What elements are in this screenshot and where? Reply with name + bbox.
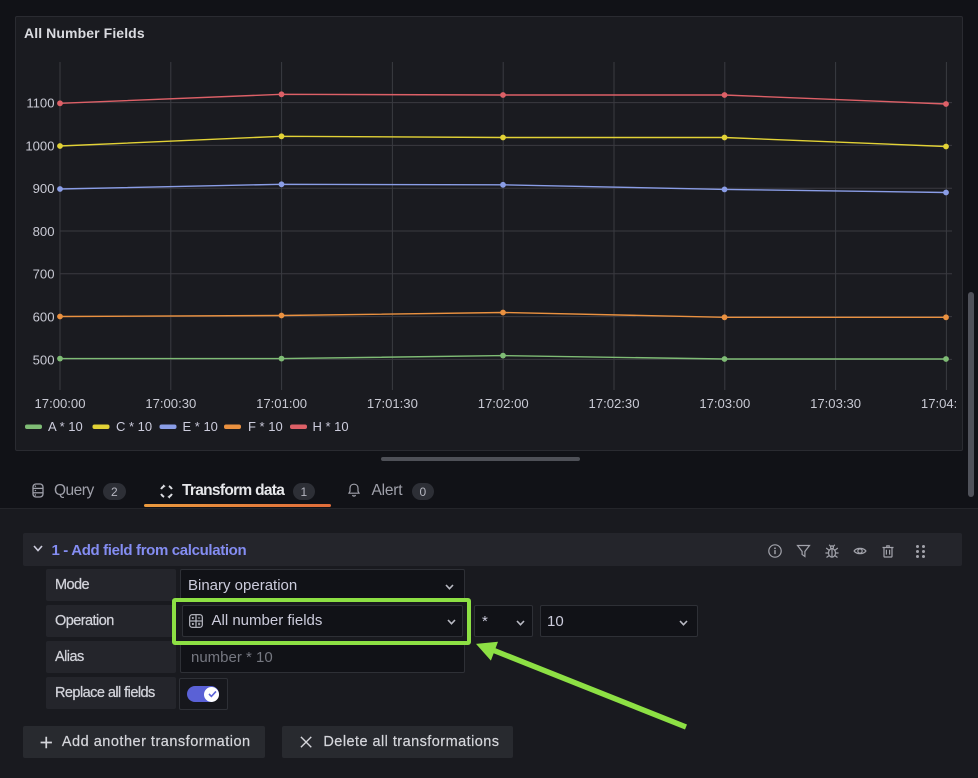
svg-text:700: 700 [33, 267, 55, 282]
svg-text:800: 800 [33, 224, 55, 239]
svg-text:900: 900 [33, 181, 55, 196]
svg-text:1000: 1000 [25, 138, 54, 153]
svg-text:17:00:30: 17:00:30 [145, 396, 196, 411]
svg-text:17:03:00: 17:03:00 [699, 396, 750, 411]
svg-text:500: 500 [33, 352, 55, 367]
svg-text:17:04:00: 17:04:00 [921, 396, 972, 411]
svg-text:17:03:30: 17:03:30 [810, 396, 861, 411]
svg-text:17:02:30: 17:02:30 [589, 396, 640, 411]
svg-text:600: 600 [33, 310, 55, 325]
svg-text:17:00:00: 17:00:00 [35, 396, 86, 411]
svg-text:17:01:00: 17:01:00 [256, 396, 307, 411]
svg-text:C * 10: C * 10 [116, 419, 152, 434]
svg-text:F * 10: F * 10 [248, 419, 283, 434]
svg-text:17:02:00: 17:02:00 [478, 396, 529, 411]
svg-text:A * 10: A * 10 [48, 419, 83, 434]
svg-text:E * 10: E * 10 [183, 419, 218, 434]
svg-text:1100: 1100 [26, 96, 54, 111]
svg-text:H * 10: H * 10 [313, 419, 349, 434]
svg-text:17:01:30: 17:01:30 [367, 396, 418, 411]
